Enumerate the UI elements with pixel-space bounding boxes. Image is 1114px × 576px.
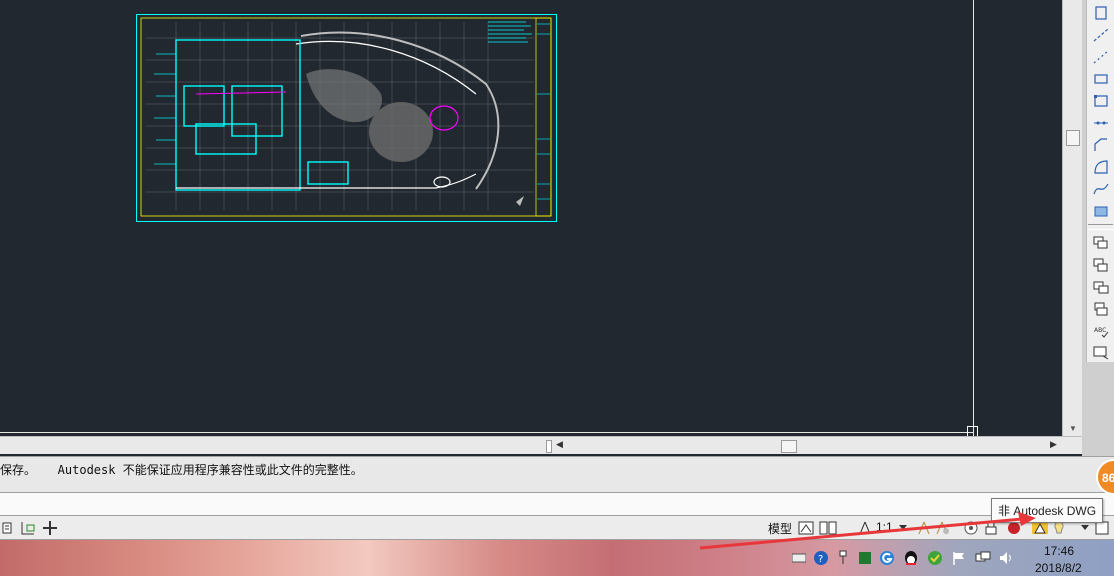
notification-badge-count: 86: [1102, 471, 1114, 485]
horizontal-scrollbar[interactable]: ◀ ▶: [0, 436, 1082, 454]
scale-icon[interactable]: [1091, 300, 1111, 318]
vertical-scrollbar[interactable]: ▼: [1062, 0, 1082, 436]
command-input[interactable]: [0, 492, 1114, 516]
spline-icon[interactable]: [1091, 180, 1111, 198]
security-icon[interactable]: [926, 549, 944, 567]
draw-toolbar: ABC: [1086, 0, 1114, 362]
hatch-icon[interactable]: [1091, 202, 1111, 220]
taskbar-clock-time[interactable]: 17:46: [1044, 544, 1074, 558]
ray-icon[interactable]: [1091, 48, 1111, 66]
toolbar-separator: [1088, 224, 1113, 230]
copy-icon[interactable]: [1091, 234, 1111, 252]
region-icon[interactable]: [1091, 158, 1111, 176]
annotation-visibility-icon[interactable]: [916, 519, 932, 536]
move-icon[interactable]: [1091, 256, 1111, 274]
layout-icon[interactable]: [796, 519, 816, 536]
model-tab[interactable]: 模型: [768, 520, 792, 537]
status-bar: 模型 1:1: [0, 516, 1114, 540]
crosshair-horizontal: [0, 432, 973, 433]
browser-icon[interactable]: [878, 549, 896, 567]
viewports-icon[interactable]: [818, 519, 838, 536]
scroll-down-arrow-icon[interactable]: ▼: [1069, 424, 1077, 433]
svg-text:ABC: ABC: [1094, 327, 1106, 334]
monitor-app-icon[interactable]: [856, 549, 874, 567]
block-icon[interactable]: [1091, 344, 1111, 362]
horizontal-scroll-thumb[interactable]: [781, 440, 797, 453]
rotate-icon[interactable]: [1091, 278, 1111, 296]
dynamic-ucs-icon[interactable]: [18, 519, 38, 536]
crosshair-mode-icon[interactable]: [40, 519, 60, 536]
scroll-left-arrow-icon[interactable]: ◀: [556, 439, 563, 450]
rectangle-icon[interactable]: [1091, 70, 1111, 88]
volume-icon[interactable]: [998, 549, 1016, 567]
network-status-icon[interactable]: [974, 549, 992, 567]
scroll-right-arrow-icon[interactable]: ▶: [1050, 439, 1057, 450]
network-icon[interactable]: [834, 549, 852, 567]
layout-tab-splitter[interactable]: [546, 440, 552, 453]
help-icon[interactable]: ?: [812, 549, 830, 567]
taskbar-clock-date[interactable]: 2018/8/2: [1035, 561, 1082, 575]
annotation-scale-value[interactable]: 1:1: [876, 520, 893, 534]
construction-line-icon[interactable]: [1091, 26, 1111, 44]
action-center-flag-icon[interactable]: [950, 549, 968, 567]
spell-check-icon[interactable]: ABC: [1091, 322, 1111, 340]
polygon-icon[interactable]: [1091, 92, 1111, 110]
pick-box-cursor: [967, 426, 978, 436]
arc-icon[interactable]: [1091, 136, 1111, 154]
toolbar-dock-empty: [1086, 362, 1114, 456]
properties-icon[interactable]: [0, 519, 14, 536]
drawing-viewport[interactable]: [0, 0, 1066, 436]
crosshair-vertical: [973, 0, 974, 436]
polyline-icon[interactable]: [1091, 4, 1111, 22]
command-history: 保存。 Autodesk 不能保证应用程序兼容性或此文件的完整性。: [0, 456, 1114, 492]
svg-text:?: ?: [818, 554, 823, 565]
divide-icon[interactable]: [1091, 114, 1111, 132]
auto-scale-icon[interactable]: [934, 519, 950, 536]
workspace-switch-icon[interactable]: [962, 519, 980, 536]
site-plan-drawing: [136, 14, 557, 222]
keyboard-icon[interactable]: [790, 549, 808, 567]
vertical-scroll-thumb[interactable]: [1066, 130, 1080, 146]
qq-penguin-icon[interactable]: [902, 549, 920, 567]
non-autodesk-dwg-tooltip: 非 Autodesk DWG: [991, 498, 1104, 523]
scale-dropdown-icon[interactable]: [897, 519, 909, 536]
annotation-scale-icon[interactable]: [858, 519, 872, 536]
command-history-line: 保存。 Autodesk 不能保证应用程序兼容性或此文件的完整性。: [0, 463, 363, 477]
